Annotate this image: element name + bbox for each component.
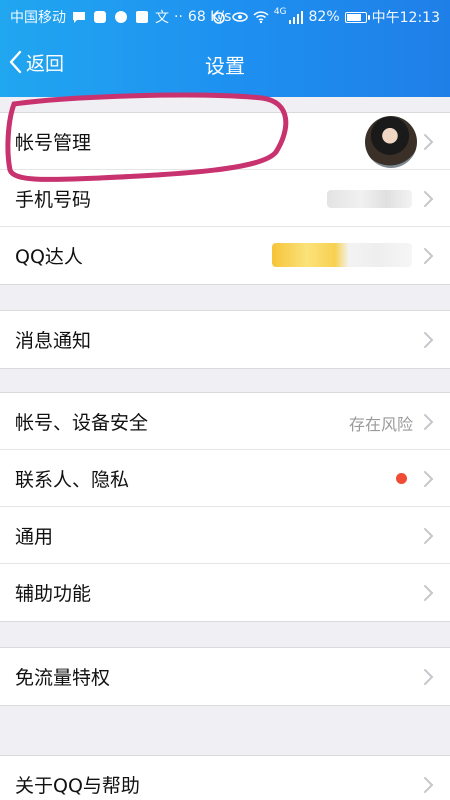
nav-bar: 返回 设置 <box>0 40 450 84</box>
notification-icon <box>136 11 148 23</box>
chevron-right-icon <box>424 134 434 150</box>
alarm-icon <box>213 12 225 24</box>
about-group: 关于QQ与帮助 <box>0 755 450 800</box>
settings-item-label: 联系人、隐私 <box>15 469 130 491</box>
settings-item-contacts-privacy[interactable]: 联系人、隐私 <box>0 450 450 507</box>
eye-icon <box>232 12 248 22</box>
chevron-right-icon <box>424 669 434 685</box>
account-group: 帐号管理 手机号码 QQ达人 <box>0 112 450 285</box>
chevron-right-icon <box>424 414 434 430</box>
chevron-right-icon <box>424 248 434 264</box>
app-icon <box>94 11 106 23</box>
location-icon <box>115 11 127 23</box>
settings-item-label: 通用 <box>15 526 54 548</box>
phone-number-redacted <box>327 190 412 208</box>
battery-icon <box>344 11 370 23</box>
settings-item-account-device-security[interactable]: 帐号、设备安全 存在风险 <box>0 393 450 450</box>
settings-item-label: 消息通知 <box>15 330 92 352</box>
settings-item-about-help[interactable]: 关于QQ与帮助 <box>0 756 450 800</box>
qq-expert-badge-redacted <box>272 243 412 267</box>
signal-icon <box>288 11 303 24</box>
settings-item-account-management[interactable]: 帐号管理 <box>0 113 450 170</box>
free-data-group: 免流量特权 <box>0 647 450 706</box>
chevron-right-icon <box>424 777 434 793</box>
battery-fill <box>346 13 361 21</box>
more-icon: ·· <box>174 9 183 25</box>
chevron-right-icon <box>424 585 434 601</box>
chevron-right-icon <box>424 528 434 544</box>
settings-item-qq-expert[interactable]: QQ达人 <box>0 227 450 284</box>
clock: 中午12:13 <box>371 10 440 26</box>
settings-item-label: QQ达人 <box>15 246 83 268</box>
settings-item-accessibility[interactable]: 辅助功能 <box>0 564 450 621</box>
translate-icon: 文 <box>155 10 169 26</box>
settings-item-phone-number[interactable]: 手机号码 <box>0 170 450 227</box>
battery-percent: 82% <box>308 9 340 25</box>
settings-item-label: 免流量特权 <box>15 667 111 689</box>
settings-item-general[interactable]: 通用 <box>0 507 450 564</box>
settings-item-label: 关于QQ与帮助 <box>15 775 140 797</box>
header: 中国移动 文 ·· 68 K/s 4G 82% 中午12:13 返回 设置 <box>0 0 450 97</box>
settings-item-label: 辅助功能 <box>15 583 92 605</box>
network-type: 4G <box>273 7 287 17</box>
page-title: 设置 <box>205 54 245 78</box>
settings-item-notifications[interactable]: 消息通知 <box>0 311 450 368</box>
wifi-icon <box>253 11 269 24</box>
security-group: 帐号、设备安全 存在风险 联系人、隐私 通用 辅助功能 <box>0 392 450 622</box>
settings-item-label: 手机号码 <box>15 189 92 211</box>
security-status: 存在风险 <box>348 415 413 434</box>
carrier-label: 中国移动 <box>10 10 66 26</box>
chevron-right-icon <box>424 471 434 487</box>
chevron-right-icon <box>424 332 434 348</box>
status-bar: 中国移动 文 ·· 68 K/s 4G 82% 中午12:13 <box>0 0 450 32</box>
settings-item-label: 帐号、设备安全 <box>15 412 149 434</box>
chevron-right-icon <box>424 191 434 207</box>
settings-item-label: 帐号管理 <box>15 132 92 154</box>
notification-group: 消息通知 <box>0 310 450 369</box>
message-icon <box>73 12 85 23</box>
settings-item-free-data[interactable]: 免流量特权 <box>0 648 450 705</box>
avatar <box>365 116 417 168</box>
red-dot-badge <box>396 473 407 484</box>
